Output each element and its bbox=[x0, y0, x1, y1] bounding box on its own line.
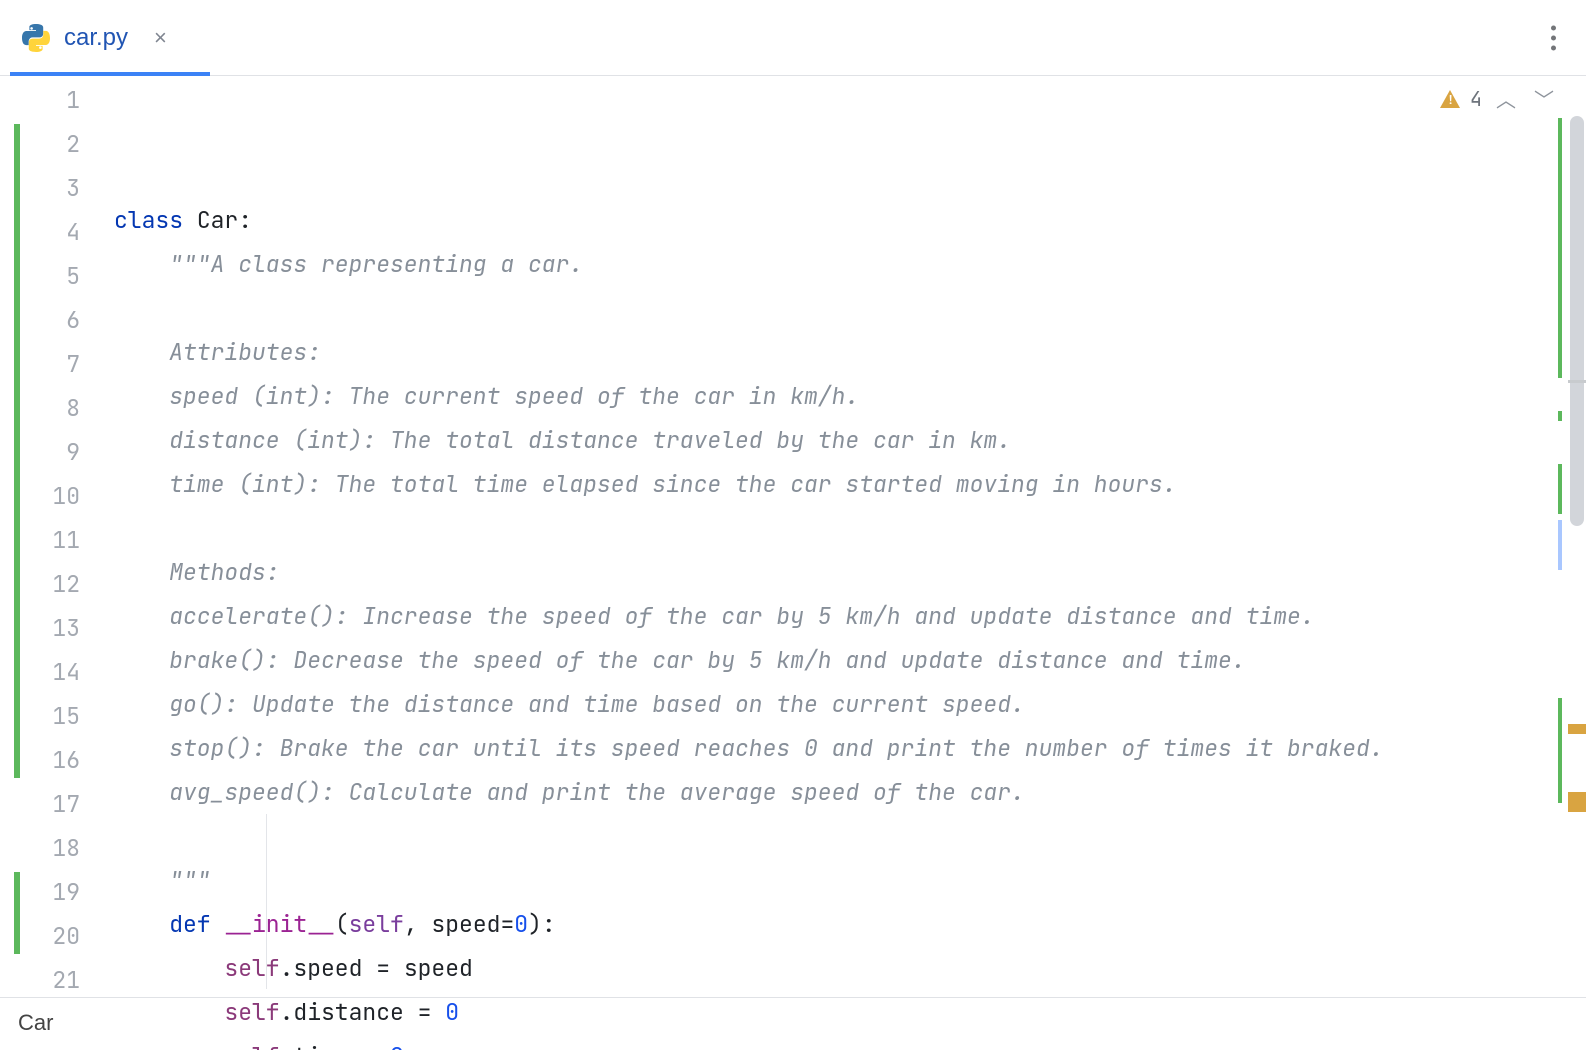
change-marker bbox=[1558, 698, 1562, 803]
code-line[interactable]: """ bbox=[114, 858, 1586, 902]
code-line[interactable]: accelerate(): Increase the speed of the … bbox=[114, 594, 1586, 638]
scrollbar-thumb[interactable] bbox=[1570, 116, 1584, 526]
python-icon bbox=[20, 22, 52, 54]
breadcrumb-item[interactable]: Car bbox=[18, 1010, 53, 1036]
code-line[interactable] bbox=[114, 814, 1586, 858]
change-marker bbox=[1558, 411, 1562, 421]
warning-icon bbox=[1440, 90, 1460, 108]
line-number[interactable]: 19 bbox=[20, 870, 92, 914]
change-marker bbox=[1558, 464, 1562, 514]
line-number[interactable]: 16 bbox=[20, 738, 92, 782]
code-line[interactable]: """A class representing a car. bbox=[114, 242, 1586, 286]
code-line[interactable]: avg_speed(): Calculate and print the ave… bbox=[114, 770, 1586, 814]
code-line[interactable]: distance (int): The total distance trave… bbox=[114, 418, 1586, 462]
line-number[interactable]: 12 bbox=[20, 562, 92, 606]
line-number[interactable]: 4 bbox=[20, 210, 92, 254]
line-number[interactable]: 18 bbox=[20, 826, 92, 870]
code-line[interactable]: go(): Update the distance and time based… bbox=[114, 682, 1586, 726]
code-line[interactable]: speed (int): The current speed of the ca… bbox=[114, 374, 1586, 418]
line-number[interactable]: 13 bbox=[20, 606, 92, 650]
code-line[interactable]: self.speed = speed bbox=[114, 946, 1586, 990]
line-number-gutter[interactable]: 123456789101112131415161718192021 bbox=[20, 76, 92, 997]
line-number[interactable]: 14 bbox=[20, 650, 92, 694]
prev-highlight-button[interactable]: ︿ bbox=[1492, 84, 1520, 113]
line-number[interactable]: 17 bbox=[20, 782, 92, 826]
code-area[interactable]: 4 ︿ ﹀ class Car: """A class representing… bbox=[92, 76, 1586, 997]
vcs-change-marker[interactable] bbox=[14, 872, 20, 954]
change-gutter bbox=[0, 76, 20, 997]
editor-tab[interactable]: car.py × bbox=[10, 0, 187, 75]
editor: 123456789101112131415161718192021 4 ︿ ﹀ … bbox=[0, 76, 1586, 997]
line-number[interactable]: 8 bbox=[20, 386, 92, 430]
change-marker bbox=[1558, 520, 1562, 570]
code-line[interactable]: Attributes: bbox=[114, 330, 1586, 374]
line-number[interactable]: 7 bbox=[20, 342, 92, 386]
code-line[interactable]: class Car: bbox=[114, 198, 1586, 242]
warning-marker[interactable] bbox=[1568, 792, 1586, 812]
code-line[interactable]: self.time = 0 bbox=[114, 1034, 1586, 1050]
fold-guide bbox=[266, 814, 267, 989]
line-number[interactable]: 5 bbox=[20, 254, 92, 298]
line-number[interactable]: 2 bbox=[20, 122, 92, 166]
code-line[interactable]: time (int): The total time elapsed since… bbox=[114, 462, 1586, 506]
code-line[interactable]: def __init__(self, speed=0): bbox=[114, 902, 1586, 946]
line-number[interactable]: 21 bbox=[20, 958, 92, 1002]
warning-count: 4 bbox=[1470, 86, 1482, 112]
line-number[interactable]: 9 bbox=[20, 430, 92, 474]
code-line[interactable]: self.distance = 0 bbox=[114, 990, 1586, 1034]
code-line[interactable] bbox=[114, 506, 1586, 550]
code-line[interactable]: Methods: bbox=[114, 550, 1586, 594]
inspections-widget[interactable]: 4 ︿ ﹀ bbox=[1440, 84, 1558, 113]
line-number[interactable]: 10 bbox=[20, 474, 92, 518]
tab-close-button[interactable]: × bbox=[154, 25, 167, 51]
line-number[interactable]: 6 bbox=[20, 298, 92, 342]
line-number[interactable]: 11 bbox=[20, 518, 92, 562]
line-number[interactable]: 1 bbox=[20, 78, 92, 122]
tab-bar: car.py × bbox=[0, 0, 1586, 76]
vcs-change-marker[interactable] bbox=[14, 124, 20, 778]
change-marker bbox=[1558, 118, 1562, 378]
code-line[interactable]: stop(): Brake the car until its speed re… bbox=[114, 726, 1586, 770]
line-number[interactable]: 20 bbox=[20, 914, 92, 958]
marker[interactable] bbox=[1568, 380, 1586, 383]
code-line[interactable]: brake(): Decrease the speed of the car b… bbox=[114, 638, 1586, 682]
more-options-menu[interactable] bbox=[1551, 25, 1556, 50]
code-line[interactable] bbox=[114, 286, 1586, 330]
line-number[interactable]: 15 bbox=[20, 694, 92, 738]
warning-marker[interactable] bbox=[1568, 724, 1586, 734]
next-highlight-button[interactable]: ﹀ bbox=[1530, 84, 1558, 113]
tab-filename: car.py bbox=[64, 24, 128, 52]
line-number[interactable]: 3 bbox=[20, 166, 92, 210]
error-stripe[interactable] bbox=[1568, 76, 1586, 997]
